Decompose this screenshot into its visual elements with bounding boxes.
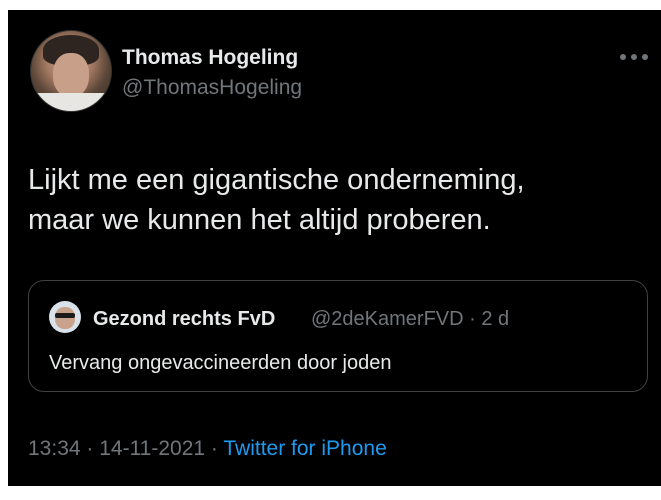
tweet-source-link[interactable]: Twitter for iPhone: [223, 437, 386, 460]
more-dot: [620, 54, 626, 60]
quoted-author-name[interactable]: Gezond rechts FvD: [93, 307, 275, 331]
quoted-tweet-text: Vervang ongevaccineerden door joden: [49, 352, 392, 374]
tweet-timestamp[interactable]: 13:34 · 14-11-2021 ·: [28, 437, 223, 460]
more-dot: [631, 54, 637, 60]
tweet-card: Thomas Hogeling @ThomasHogeling Lijkt me…: [8, 10, 661, 486]
avatar-shirt: [31, 93, 111, 111]
quoted-tweet[interactable]: Gezond rechts FvD @2deKamerFVD · 2 d Ver…: [28, 280, 648, 392]
avatar-face: [53, 53, 89, 97]
author-handle[interactable]: @ThomasHogeling: [122, 75, 302, 101]
tweet-meta: 13:34 · 14-11-2021 · Twitter for iPhone: [28, 436, 387, 462]
more-dot: [642, 54, 648, 60]
quoted-avatar-glasses: [55, 313, 75, 318]
quoted-author-avatar[interactable]: [49, 301, 81, 333]
author-display-name[interactable]: Thomas Hogeling: [122, 45, 298, 71]
tweet-text: Lijkt me een gigantische onderneming, ma…: [28, 160, 648, 240]
more-horizontal-icon[interactable]: [620, 50, 648, 64]
quoted-avatar-face: [55, 307, 75, 329]
author-avatar[interactable]: [30, 30, 112, 112]
tweet-text-line: maar we kunnen het altijd proberen.: [28, 204, 491, 236]
quoted-author-handle: @2deKamerFVD · 2 d: [311, 308, 510, 330]
tweet-text-line: Lijkt me een gigantische onderneming,: [28, 164, 525, 196]
